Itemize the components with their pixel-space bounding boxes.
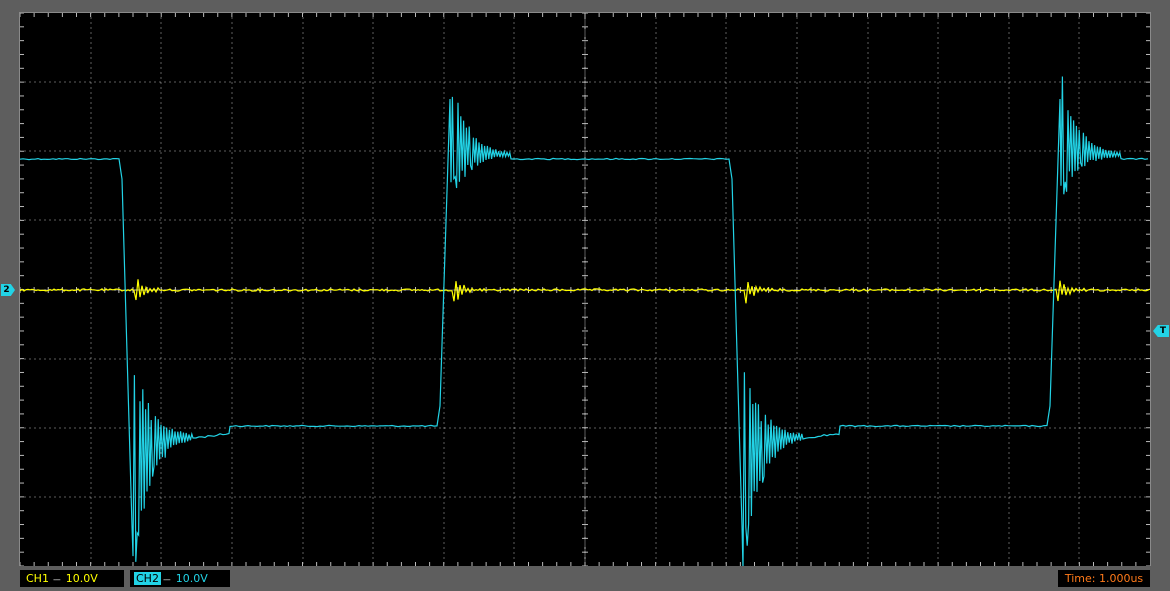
ch1-volts-per-div: 10.0V [65, 572, 98, 585]
oscilloscope-display: 2 T CH1 --- 10.0V CH2 --- 10.0V Time: 1.000u… [0, 0, 1170, 591]
ch2-label: CH2 [134, 572, 161, 585]
trigger-level-marker[interactable]: T [1153, 325, 1169, 337]
ch2-trace [20, 76, 1149, 566]
ch1-coupling-icon: --- [52, 575, 61, 585]
ch1-scale-readout[interactable]: CH1 --- 10.0V [20, 570, 124, 587]
waveform-screen [19, 12, 1151, 567]
ch2-scale-readout[interactable]: CH2 --- 10.0V [130, 570, 230, 587]
timebase-readout[interactable]: Time: 1.000us [1058, 570, 1150, 587]
ch2-volts-per-div: 10.0V [175, 572, 208, 585]
ch2-coupling-icon: --- [162, 575, 171, 585]
waveform-plot [20, 13, 1150, 566]
ch1-label: CH1 [26, 572, 49, 585]
status-bar: CH1 --- 10.0V CH2 --- 10.0V Time: 1.000us [0, 566, 1170, 591]
ch2-ground-marker[interactable]: 2 [1, 284, 15, 296]
